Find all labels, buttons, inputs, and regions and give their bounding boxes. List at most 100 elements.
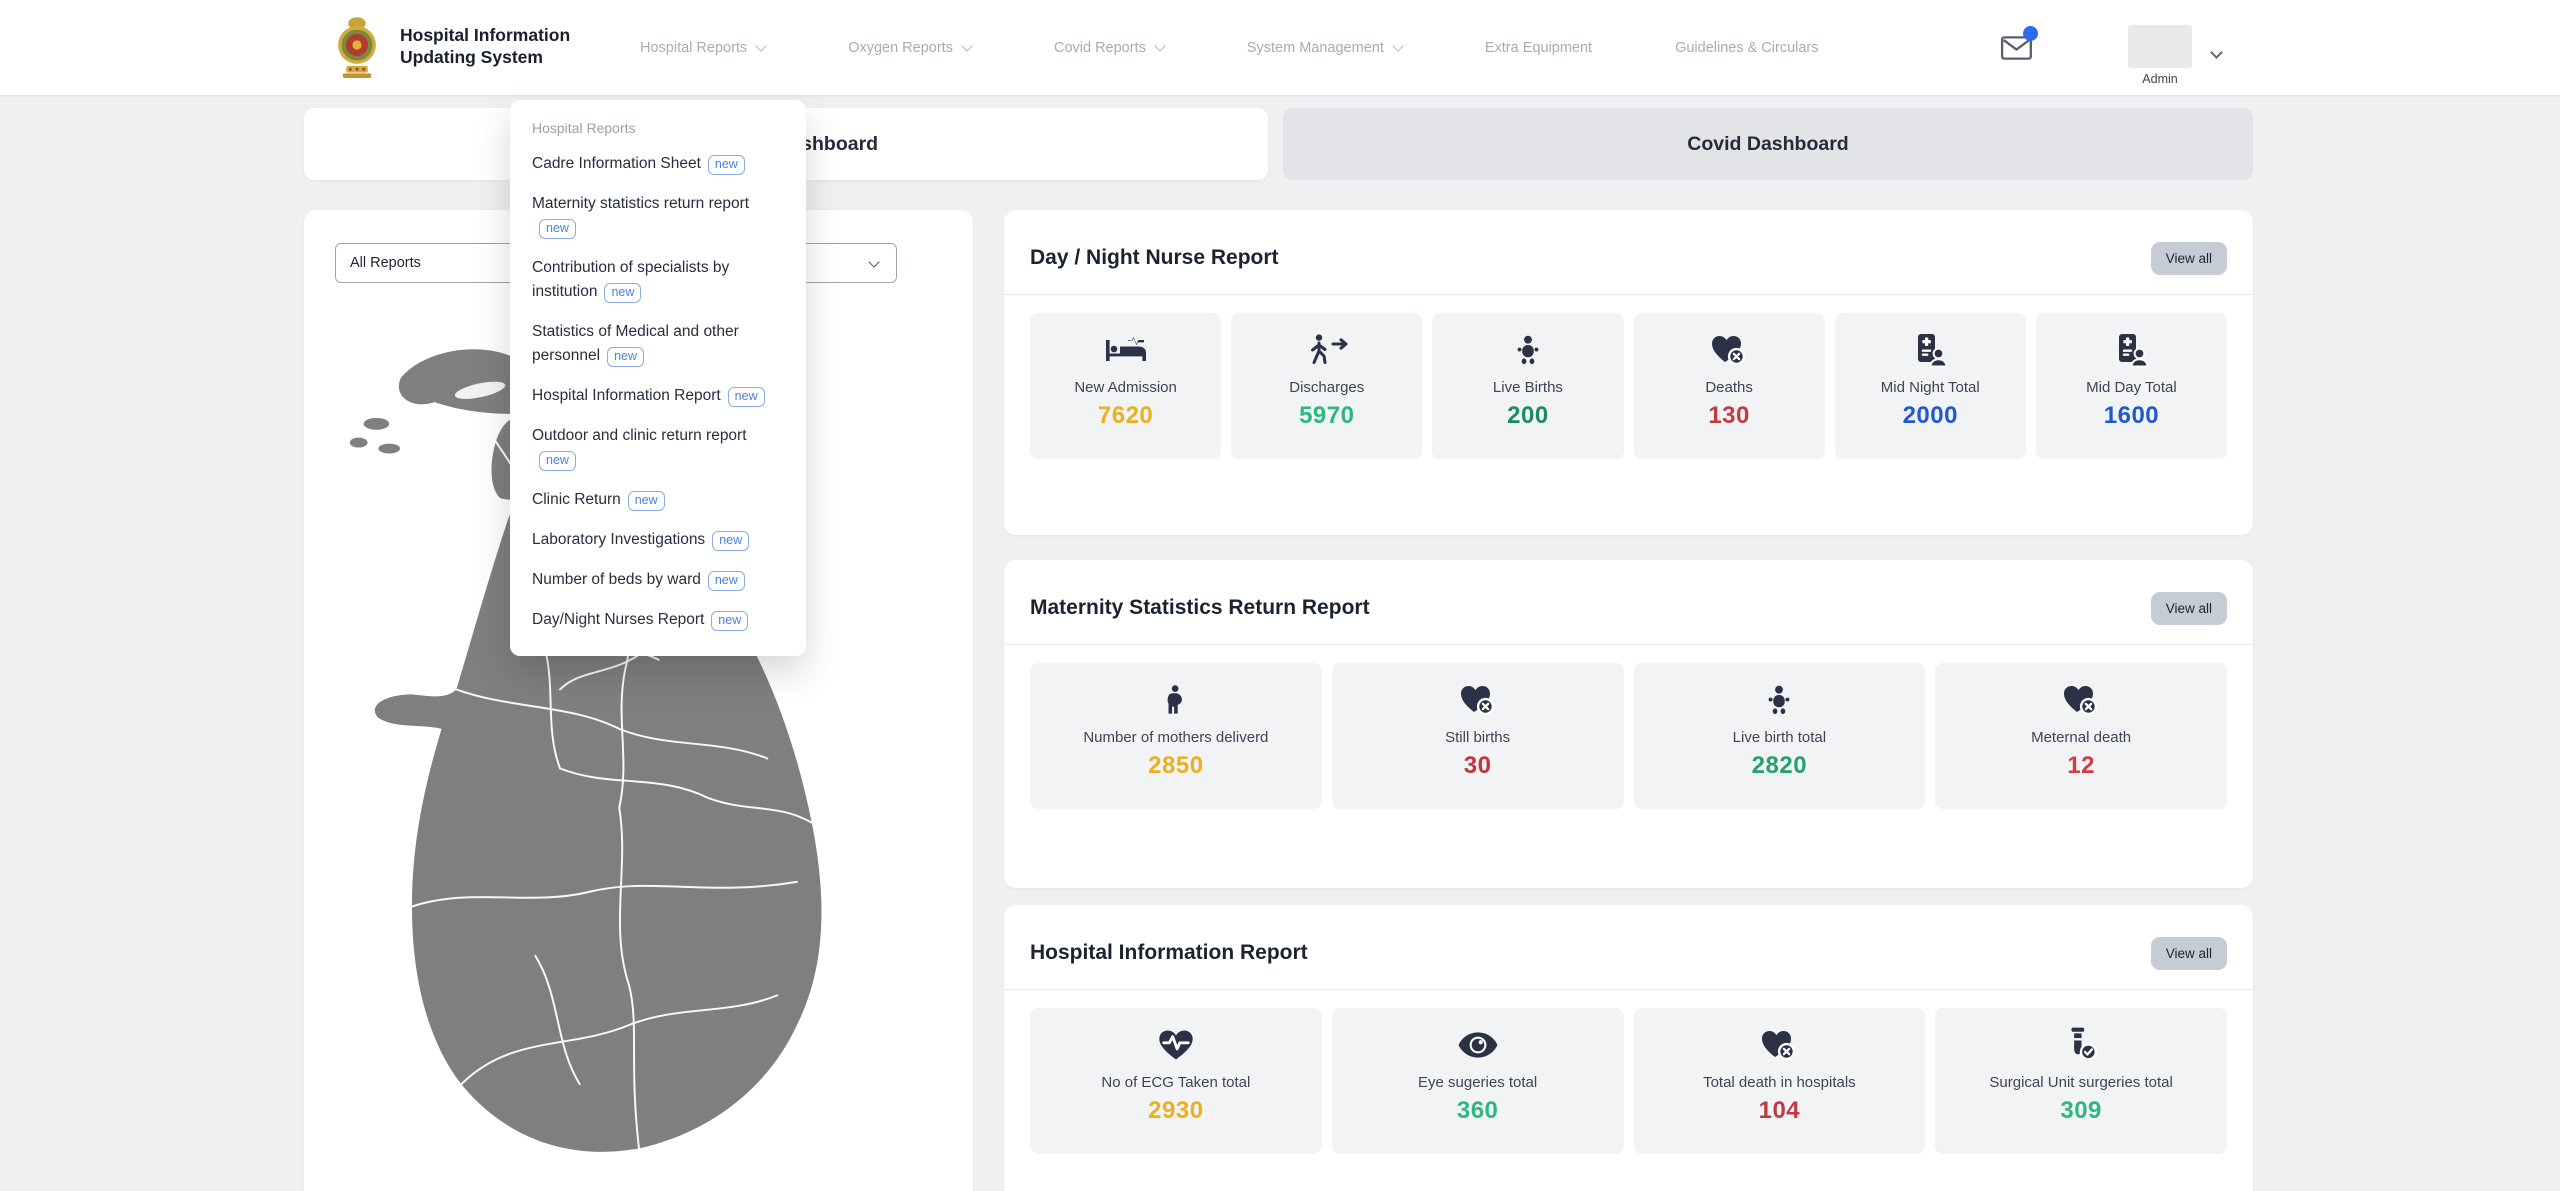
stat-tile-mid-night-total: Mid Night Total 2000 [1835,313,2026,459]
user-name-label: Admin [2128,72,2192,86]
clipboard-person-icon [2111,329,2151,371]
baby-icon [1761,679,1797,721]
divider [1004,294,2253,295]
stat-tile-mothers-delivered: Number of mothers deliverd 2850 [1030,663,1322,809]
card-title: Maternity Statistics Return Report [1030,596,1370,620]
stat-label: Eye sugeries total [1418,1074,1537,1091]
stat-value: 200 [1507,402,1549,430]
new-badge: new [628,491,665,511]
new-badge: new [708,571,745,591]
user-menu-chevron-down-icon[interactable] [2210,46,2223,59]
stat-label: Mid Night Total [1881,379,1980,396]
hospital-reports-dropdown-menu: Hospital Reports Cadre Information Sheet… [510,100,806,656]
stat-tile-deaths: Deaths 130 [1634,313,1825,459]
nav-guidelines-circulars[interactable]: Guidelines & Circulars [1675,40,1818,56]
stat-label: Surgical Unit surgeries total [1989,1074,2172,1091]
stat-value: 360 [1457,1097,1499,1125]
view-all-button[interactable]: View all [2151,592,2227,625]
new-badge: new [607,347,644,367]
stat-label: New Admission [1074,379,1177,396]
stat-label: Discharges [1289,379,1364,396]
stat-tile-maternal-death: Meternal death 12 [1935,663,2227,809]
menu-item-clinic-return[interactable]: Clinic Returnnew [532,488,784,512]
menu-item-number-of-beds-by-ward[interactable]: Number of beds by wardnew [532,568,784,592]
stat-value: 7620 [1098,402,1153,430]
heart-x-icon [2061,679,2101,721]
stat-tile-mid-day-total: Mid Day Total 1600 [2036,313,2227,459]
new-badge: new [539,451,576,471]
stat-tile-ecg-taken: No of ECG Taken total 2930 [1030,1008,1322,1154]
view-all-button[interactable]: View all [2151,937,2227,970]
new-badge: new [708,155,745,175]
chevron-down-icon [868,256,879,267]
menu-item-contribution-of-specialists[interactable]: Contribution of specialists by instituti… [532,256,784,304]
stat-value: 2820 [1752,752,1807,780]
stat-tile-live-births: Live Births 200 [1432,313,1623,459]
stat-label: Mid Day Total [2086,379,2177,396]
menu-item-laboratory-investigations[interactable]: Laboratory Investigationsnew [532,528,784,552]
notification-dot [2023,26,2038,41]
stat-value: 309 [2060,1097,2102,1125]
menu-item-cadre-information-sheet[interactable]: Cadre Information Sheetnew [532,152,784,176]
stat-tile-total-death: Total death in hospitals 104 [1634,1008,1926,1154]
day-night-nurse-report-card: Day / Night Nurse Report View all New Ad… [1004,210,2253,535]
nav-hospital-reports[interactable]: Hospital Reports [640,40,765,56]
stat-label: No of ECG Taken total [1101,1074,1250,1091]
stat-tile-still-births: Still births 30 [1332,663,1624,809]
menu-item-outdoor-and-clinic-return-report[interactable]: Outdoor and clinic return reportnew [532,424,784,472]
stat-label: Live birth total [1733,729,1826,746]
avatar[interactable] [2128,25,2192,68]
stat-value: 5970 [1299,402,1354,430]
chevron-down-icon [756,40,767,51]
new-badge: new [604,283,641,303]
eye-icon [1457,1024,1499,1066]
stat-value: 2850 [1148,752,1203,780]
stat-value: 2000 [1903,402,1958,430]
stat-value: 104 [1759,1097,1801,1125]
stat-label: Meternal death [2031,729,2131,746]
heart-x-icon [1709,329,1749,371]
pregnant-icon [1159,679,1193,721]
divider [1004,989,2253,990]
card-title: Day / Night Nurse Report [1030,246,1279,270]
walking-arrow-icon [1305,329,1349,371]
tube-check-icon [2062,1024,2100,1066]
new-badge: new [712,531,749,551]
view-all-button[interactable]: View all [2151,242,2227,275]
dropdown-header: Hospital Reports [532,120,784,136]
stat-label: Live Births [1493,379,1563,396]
top-navbar: Hospital Information Updating System Hos… [0,0,2560,95]
baby-icon [1510,329,1546,371]
stat-tile-surgical-unit-surgeries: Surgical Unit surgeries total 309 [1935,1008,2227,1154]
new-badge: new [711,611,748,631]
stat-label: Deaths [1705,379,1753,396]
stat-value: 30 [1464,752,1492,780]
stat-tile-discharges: Discharges 5970 [1231,313,1422,459]
chevron-down-icon [961,40,972,51]
sri-lanka-emblem-logo [330,15,384,79]
bed-patient-icon [1104,329,1148,371]
stat-tile-new-admission: New Admission 7620 [1030,313,1221,459]
menu-item-statistics-of-medical-personnel[interactable]: Statistics of Medical and other personne… [532,320,784,368]
stat-tile-live-birth-total: Live birth total 2820 [1634,663,1926,809]
stat-value: 2930 [1148,1097,1203,1125]
menu-item-maternity-statistics-return-report[interactable]: Maternity statistics return reportnew [532,192,784,240]
app-title: Hospital Information Updating System [400,25,570,69]
main-nav: Hospital Reports Oxygen Reports Covid Re… [640,0,1819,95]
stat-value: 130 [1708,402,1750,430]
heart-x-icon [1458,679,1498,721]
maternity-statistics-report-card: Maternity Statistics Return Report View … [1004,560,2253,888]
hospital-information-report-card: Hospital Information Report View all No … [1004,905,2253,1191]
menu-item-hospital-information-report[interactable]: Hospital Information Reportnew [532,384,784,408]
nav-oxygen-reports[interactable]: Oxygen Reports [848,40,971,56]
nav-system-management[interactable]: System Management [1247,40,1402,56]
stat-value: 12 [2067,752,2095,780]
nav-covid-reports[interactable]: Covid Reports [1054,40,1164,56]
nav-extra-equipment[interactable]: Extra Equipment [1485,40,1592,56]
menu-item-day-night-nurses-report[interactable]: Day/Night Nurses Reportnew [532,608,784,632]
brand: Hospital Information Updating System [330,15,570,79]
tab-covid-dashboard[interactable]: Covid Dashboard [1283,108,2253,180]
chevron-down-icon [1154,40,1165,51]
heart-x-icon [1759,1024,1799,1066]
stat-label: Total death in hospitals [1703,1074,1856,1091]
